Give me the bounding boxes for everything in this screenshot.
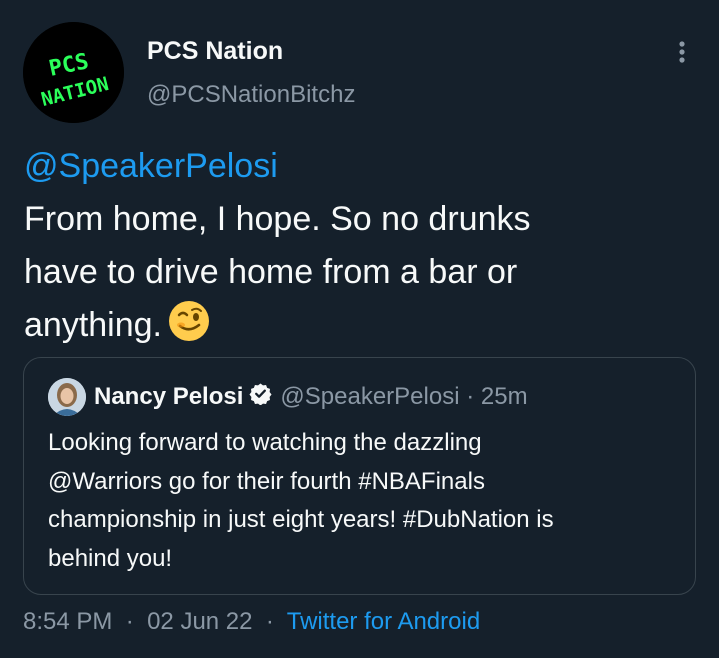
quoted-author-handle[interactable]: @SpeakerPelosi [280,383,459,411]
quoted-line: behind you! [48,544,173,572]
tweet-date[interactable]: 02 Jun 22 [147,608,252,635]
footer-separator: · [125,608,134,635]
verified-badge-icon [249,382,272,412]
quoted-timestamp[interactable]: 25m [481,383,528,411]
quoted-line: Looking forward to watching the dazzling [48,429,482,456]
tweet-line-last: anything. [24,299,704,358]
quoted-line: @Warriors go for their fourth #NBAFinals [48,467,485,495]
quoted-line: championship in just eight years! #DubNa… [48,506,554,533]
winking-face-icon [168,300,210,358]
author-handle[interactable]: @PCSNationBitchz [147,81,355,109]
more-options-button[interactable] [664,36,700,68]
portrait-image [48,378,86,416]
quoted-tweet-text: Looking forward to watching the dazzling… [48,424,668,578]
pcs-nation-logo: PCS NATION [23,22,124,123]
more-vertical-icon [679,41,685,63]
tweet-line: have to drive home from a bar or [24,253,518,291]
quoted-author-avatar[interactable] [48,378,86,416]
mention-link[interactable]: @SpeakerPelosi [24,140,704,193]
quoted-tweet[interactable]: Nancy Pelosi @SpeakerPelosi · 25m Lookin… [23,357,696,595]
tweet-line: From home, I hope. So no drunks [24,200,531,238]
author-avatar[interactable]: PCS NATION [23,22,124,123]
footer-separator: · [265,608,274,635]
tweet-text: @SpeakerPelosi From home, I hope. So no … [24,140,704,358]
tweet-time[interactable]: 8:54 PM [23,608,112,635]
tweet-line: anything. [24,306,162,344]
tweet-footer: 8:54 PM · 02 Jun 22 · Twitter for Androi… [23,608,480,636]
tweet-card: PCS NATION PCS Nation @PCSNationBitchz @… [0,0,719,658]
tweet-source-link[interactable]: Twitter for Android [287,608,480,635]
quoted-author-name[interactable]: Nancy Pelosi [94,383,243,411]
author-display-name[interactable]: PCS Nation [147,37,283,66]
meta-separator: · [466,383,475,410]
quoted-tweet-header: Nancy Pelosi @SpeakerPelosi · 25m [94,382,528,412]
